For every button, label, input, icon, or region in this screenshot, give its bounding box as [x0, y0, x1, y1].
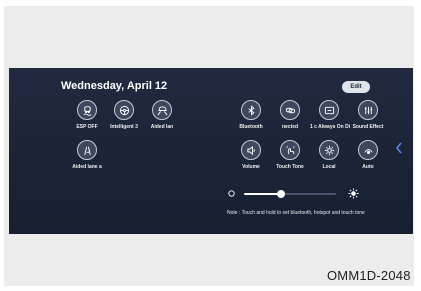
slider-fill: [244, 193, 281, 195]
quick-settings-panel: Wednesday, April 12 Edit ESP OFF Intelli…: [9, 68, 413, 234]
brightness-low-icon: [228, 190, 235, 197]
slider-track[interactable]: [244, 190, 336, 198]
slider-handle[interactable]: [276, 190, 285, 198]
tile-volume[interactable]: Volume: [232, 140, 270, 170]
display-icon: [319, 100, 339, 120]
chevron-left-icon[interactable]: [395, 142, 403, 154]
tile-label: Aided lan: [150, 124, 174, 130]
tile-bluetooth[interactable]: Bluetooth: [232, 100, 270, 130]
edit-button[interactable]: Edit: [342, 81, 370, 93]
tile-label: Aided lane a: [72, 164, 102, 170]
brightness-slider[interactable]: [227, 188, 367, 200]
tile-connected[interactable]: nected: [271, 100, 309, 130]
tile-auto[interactable]: Auto: [349, 140, 387, 170]
tile-label: Intelligent 3: [110, 124, 138, 130]
link-icon: [280, 100, 300, 120]
tile-aided-lane[interactable]: Aided lan: [143, 100, 181, 130]
car-skid-icon: [77, 100, 97, 120]
tile-intelligent[interactable]: Intelligent 3: [105, 100, 143, 130]
auto-icon: [358, 140, 378, 160]
bluetooth-icon: [241, 100, 261, 120]
tile-label: nected: [281, 124, 299, 130]
tile-label: Auto: [362, 164, 374, 170]
steering-wheel-icon: [114, 100, 134, 120]
tile-local[interactable]: Local: [310, 140, 348, 170]
tile-label: 1 c Always On Di: [310, 124, 351, 130]
tile-esp-off[interactable]: ESP OFF: [68, 100, 106, 130]
tile-always-on-display[interactable]: 1 c Always On Di: [310, 100, 351, 130]
note-text: Note : Touch and hold to set bluetooth, …: [227, 210, 365, 216]
tile-touch-tone[interactable]: Touch Tone: [271, 140, 309, 170]
tile-label: Volume: [242, 164, 260, 170]
lane-assist-icon: [152, 100, 172, 120]
tile-label: Touch Tone: [276, 164, 304, 170]
gear-icon: [319, 140, 339, 160]
tile-sound-effect[interactable]: Sound Effect: [349, 100, 387, 130]
tile-label: Sound Effect: [352, 124, 384, 130]
speaker-icon: [241, 140, 261, 160]
tile-label: Local: [322, 164, 336, 170]
tile-aided-lane-a[interactable]: Aided lane a: [68, 140, 106, 170]
touch-tone-icon: [280, 140, 300, 160]
tile-label: ESP OFF: [76, 124, 98, 130]
brightness-high-icon: [348, 188, 359, 199]
lane-hand-icon: [77, 140, 97, 160]
date-label: Wednesday, April 12: [61, 80, 168, 92]
figure-caption: OMM1D-2048: [327, 268, 411, 283]
equalizer-icon: [358, 100, 378, 120]
tile-label: Bluetooth: [239, 124, 263, 130]
